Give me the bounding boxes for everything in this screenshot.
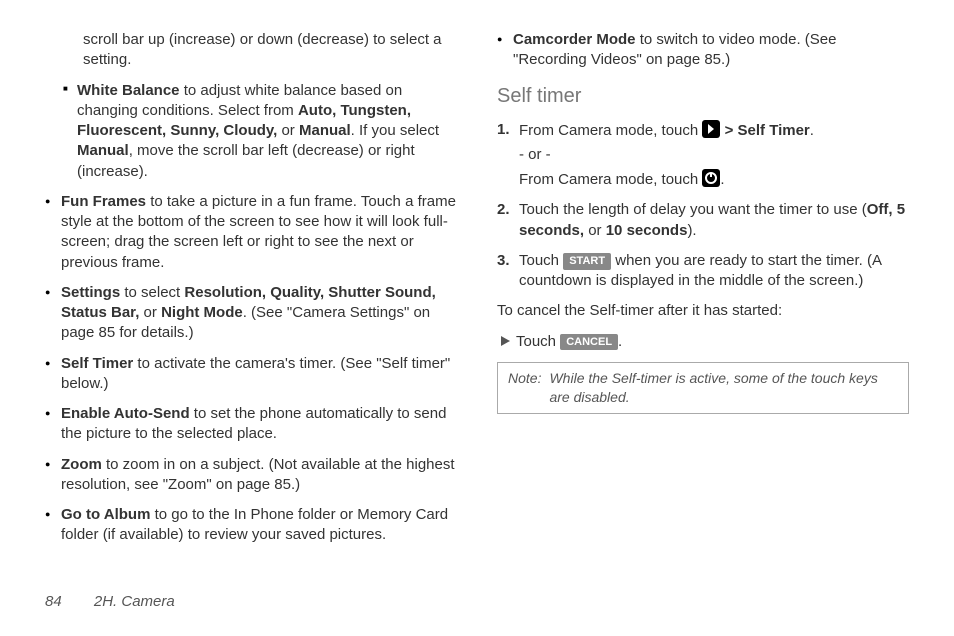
- cancel-dot: .: [618, 333, 622, 350]
- zoom-text: to zoom in on a subject. (Not available …: [61, 456, 455, 493]
- left-column: scroll bar up (increase) or down (decrea…: [45, 30, 457, 556]
- step2-ten: 10 seconds: [606, 222, 688, 239]
- self-timer-item: Self Timer to activate the camera's time…: [45, 354, 457, 395]
- section-title: 2H. Camera: [94, 593, 175, 610]
- step1-alt: From Camera mode, touch: [519, 171, 702, 188]
- auto-send-label: Enable Auto-Send: [61, 405, 190, 422]
- page-number: 84: [45, 593, 62, 610]
- settings-pre: to select: [120, 284, 184, 301]
- self-timer-label: Self Timer: [61, 355, 133, 372]
- settings-label: Settings: [61, 284, 120, 301]
- wb-manual2: Manual: [77, 142, 129, 159]
- triangle-icon: [501, 336, 510, 346]
- wb-or: or: [277, 122, 299, 139]
- note-text: While the Self-timer is active, some of …: [549, 369, 898, 407]
- note-box: Note: While the Self-timer is active, so…: [497, 362, 909, 414]
- main-bullet-list: Fun Frames to take a picture in a fun fr…: [45, 192, 457, 546]
- step2-pre: Touch the length of delay you want the t…: [519, 201, 867, 218]
- step1-st: Self Timer: [738, 122, 810, 139]
- cancel-line: Touch CANCEL.: [497, 332, 909, 352]
- album-item: Go to Album to go to the In Phone folder…: [45, 505, 457, 546]
- zoom-item: Zoom to zoom in on a subject. (Not avail…: [45, 455, 457, 496]
- step1-gt: >: [720, 122, 737, 139]
- sub-bullet-list: White Balance to adjust white balance ba…: [63, 81, 457, 182]
- settings-night: Night Mode: [161, 304, 243, 321]
- cancel-intro: To cancel the Self-timer after it has st…: [497, 301, 909, 321]
- step-3: Touch START when you are ready to start …: [497, 251, 909, 292]
- settings-or: or: [139, 304, 161, 321]
- camcorder-list: Camcorder Mode to switch to video mode. …: [497, 30, 909, 71]
- step1-alt-wrap: From Camera mode, touch .: [519, 169, 909, 190]
- step1-or: - or -: [519, 145, 909, 165]
- timer-icon: [702, 169, 720, 187]
- self-timer-heading: Self timer: [497, 83, 909, 110]
- camcorder-label: Camcorder Mode: [513, 31, 636, 48]
- cancel-pre: Touch: [516, 333, 560, 350]
- step1-pre: From Camera mode, touch: [519, 122, 702, 139]
- wb-post1: . If you select: [351, 122, 439, 139]
- settings-item: Settings to select Resolution, Quality, …: [45, 283, 457, 344]
- steps-list: From Camera mode, touch > Self Timer. - …: [497, 120, 909, 292]
- page: scroll bar up (increase) or down (decrea…: [0, 0, 954, 636]
- album-label: Go to Album: [61, 506, 150, 523]
- step1-dot: .: [810, 122, 814, 139]
- page-footer: 84 2H. Camera: [45, 593, 175, 610]
- zoom-label: Zoom: [61, 456, 102, 473]
- note-label: Note:: [508, 369, 541, 407]
- right-column: Camcorder Mode to switch to video mode. …: [497, 30, 909, 556]
- auto-send-item: Enable Auto-Send to set the phone automa…: [45, 404, 457, 445]
- white-balance-label: White Balance: [77, 82, 180, 99]
- step3-pre: Touch: [519, 252, 563, 269]
- fun-frames-label: Fun Frames: [61, 193, 146, 210]
- step2-post: ).: [687, 222, 696, 239]
- intro-line: scroll bar up (increase) or down (decrea…: [83, 30, 457, 71]
- camcorder-item: Camcorder Mode to switch to video mode. …: [497, 30, 909, 71]
- white-balance-item: White Balance to adjust white balance ba…: [63, 81, 457, 182]
- cancel-badge: CANCEL: [560, 334, 618, 351]
- options-icon: [702, 120, 720, 138]
- start-badge: START: [563, 253, 611, 270]
- step-2: Touch the length of delay you want the t…: [497, 200, 909, 241]
- two-columns: scroll bar up (increase) or down (decrea…: [45, 30, 909, 556]
- step-1: From Camera mode, touch > Self Timer. - …: [497, 120, 909, 191]
- step2-or: or: [584, 222, 606, 239]
- step1-altdot: .: [720, 171, 724, 188]
- fun-frames-item: Fun Frames to take a picture in a fun fr…: [45, 192, 457, 273]
- wb-manual: Manual: [299, 122, 351, 139]
